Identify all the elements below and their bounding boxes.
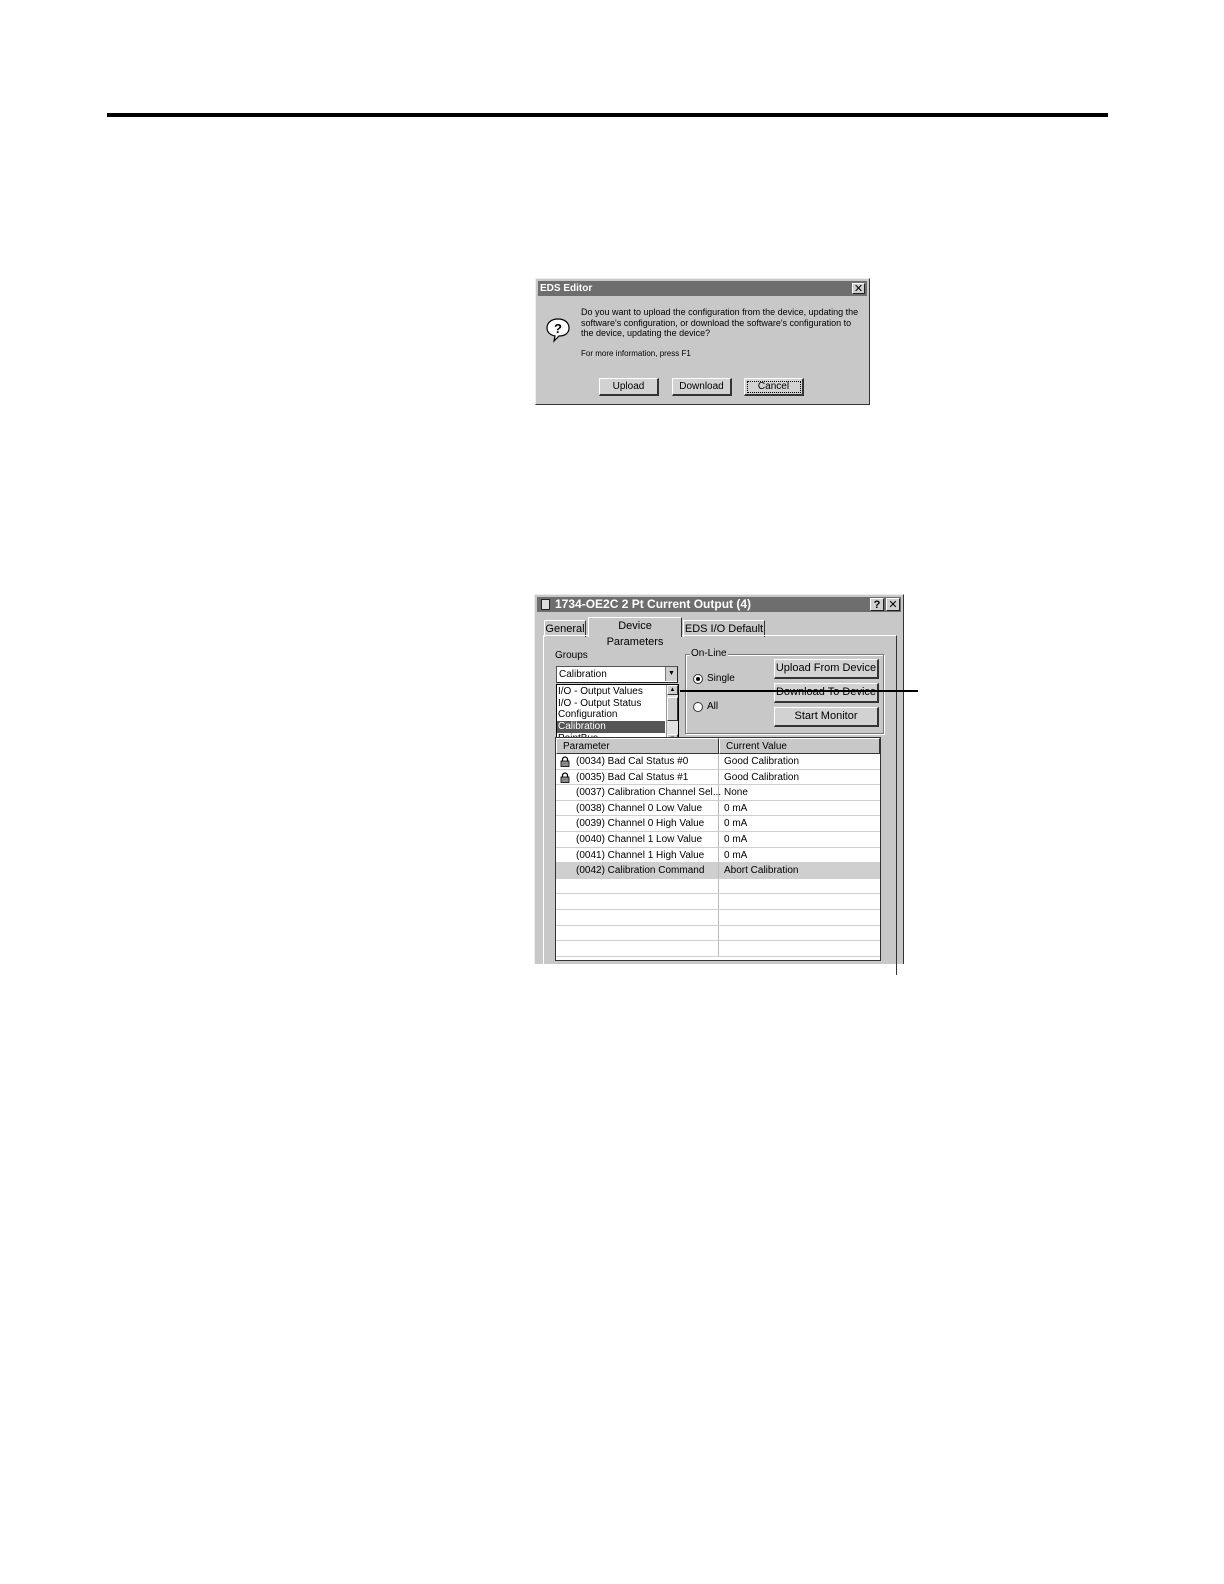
column-divider [718,832,719,847]
scroll-up-icon[interactable]: ▲ [667,685,678,695]
eds-dialog-message: Do you want to upload the configuration … [581,307,859,338]
table-row-empty[interactable] [556,910,880,926]
parameter-value: Abort Calibration [724,865,799,877]
table-row[interactable]: (0034) Bad Cal Status #0 Good Calibration [556,754,880,770]
table-row-empty[interactable] [556,894,880,910]
eds-editor-dialog: EDS Editor ✕ ? Do you want to upload the… [535,278,870,405]
column-divider [718,754,719,769]
download-button[interactable]: Download [672,378,732,396]
column-divider [718,941,719,956]
parameter-value: Good Calibration [724,771,800,783]
parameter-name: (0039) Channel 0 High Value [576,818,705,830]
table-row-empty[interactable] [556,925,880,942]
radio-single[interactable] [693,674,703,684]
column-divider [718,800,719,816]
parameter-value: 0 mA [724,818,748,830]
groups-option-selected[interactable]: Calibration [557,721,665,733]
table-row[interactable]: (0038) Channel 0 Low Value 0 mA [556,800,880,817]
table-row-empty[interactable] [556,878,880,895]
download-to-device-button[interactable]: Download To Device [774,683,879,703]
column-divider [718,894,719,909]
document-icon [541,599,550,610]
parameter-value: Good Calibration [724,756,800,767]
chevron-down-icon[interactable]: ▼ [665,667,677,681]
device-window-title: 1734-OE2C 2 Pt Current Output (4) [555,597,752,611]
column-header-parameter[interactable]: Parameter [556,738,719,754]
parameter-name: (0038) Channel 0 Low Value [576,802,703,814]
column-divider [718,847,719,863]
question-icon: ? [546,318,570,343]
radio-all[interactable] [693,702,703,712]
column-divider [718,878,719,894]
device-window-titlebar: 1734-OE2C 2 Pt Current Output (4) ? ✕ [537,597,901,612]
column-divider [718,910,719,925]
column-divider [718,769,719,785]
radio-single-label: Single [707,673,735,684]
table-row-empty[interactable] [556,941,880,957]
tab-device-parameters[interactable]: Device Parameters [588,617,682,648]
groups-label: Groups [555,650,588,661]
table-row[interactable]: (0037) Calibration Channel Sel... None [556,785,880,801]
parameter-table: Parameter Current Value (0034) Bad Cal S… [555,737,881,961]
table-row[interactable]: (0040) Channel 1 Low Value 0 mA [556,832,880,848]
cancel-button[interactable]: Cancel [744,378,804,396]
groups-option[interactable]: I/O - Output Values [557,686,665,698]
radio-all-label: All [707,701,719,712]
eds-dialog-titlebar: EDS Editor ✕ [538,281,867,296]
table-row[interactable]: (0042) Calibration Command Abort Calibrat… [556,863,880,879]
column-divider [718,925,719,941]
parameter-name: (0035) Bad Cal Status #1 [576,771,689,783]
parameter-value: 0 mA [724,849,748,861]
upload-from-device-button[interactable]: Upload From Device [774,659,879,679]
table-row[interactable]: (0039) Channel 0 High Value 0 mA [556,816,880,832]
parameter-name: (0040) Channel 1 Low Value [576,834,703,845]
parameter-value: 0 mA [724,834,748,845]
parameter-name: (0034) Bad Cal Status #0 [576,756,689,767]
eds-dialog-title: EDS Editor [540,283,593,294]
page-rule [107,113,1108,117]
parameter-name: (0041) Channel 1 High Value [576,849,705,861]
lock-icon [560,772,570,783]
svg-text:?: ? [554,321,562,336]
close-icon[interactable]: ✕ [852,283,865,295]
groups-selected-value: Calibration [559,669,607,680]
column-divider [718,863,719,878]
dropdown-scrollbar[interactable]: ▲ ▼ [666,685,678,744]
column-header-current-value[interactable]: Current Value [719,738,880,754]
upload-button[interactable]: Upload [599,378,659,396]
close-icon[interactable]: ✕ [886,598,900,611]
scroll-thumb[interactable] [667,697,678,721]
groups-dropdown-list: I/O - Output Values I/O - Output Status … [556,684,679,745]
table-row[interactable]: (0035) Bad Cal Status #1 Good Calibration [556,769,880,786]
help-icon[interactable]: ? [870,598,884,611]
eds-dialog-help-hint: For more information, press F1 [581,349,691,358]
lock-icon [560,756,570,767]
online-label: On-Line [690,648,728,659]
parameter-value: None [724,787,748,799]
column-divider [718,816,719,831]
groups-option[interactable]: Configuration [557,709,665,721]
groups-dropdown[interactable]: Calibration ▼ [556,666,678,683]
parameter-name: (0037) Calibration Channel Sel... [576,787,722,799]
parameter-value: 0 mA [724,802,748,814]
start-monitor-button[interactable]: Start Monitor [774,707,879,727]
parameter-name: (0042) Calibration Command [576,865,705,877]
table-row[interactable]: (0041) Channel 1 High Value 0 mA [556,847,880,864]
callout-line [680,690,918,692]
